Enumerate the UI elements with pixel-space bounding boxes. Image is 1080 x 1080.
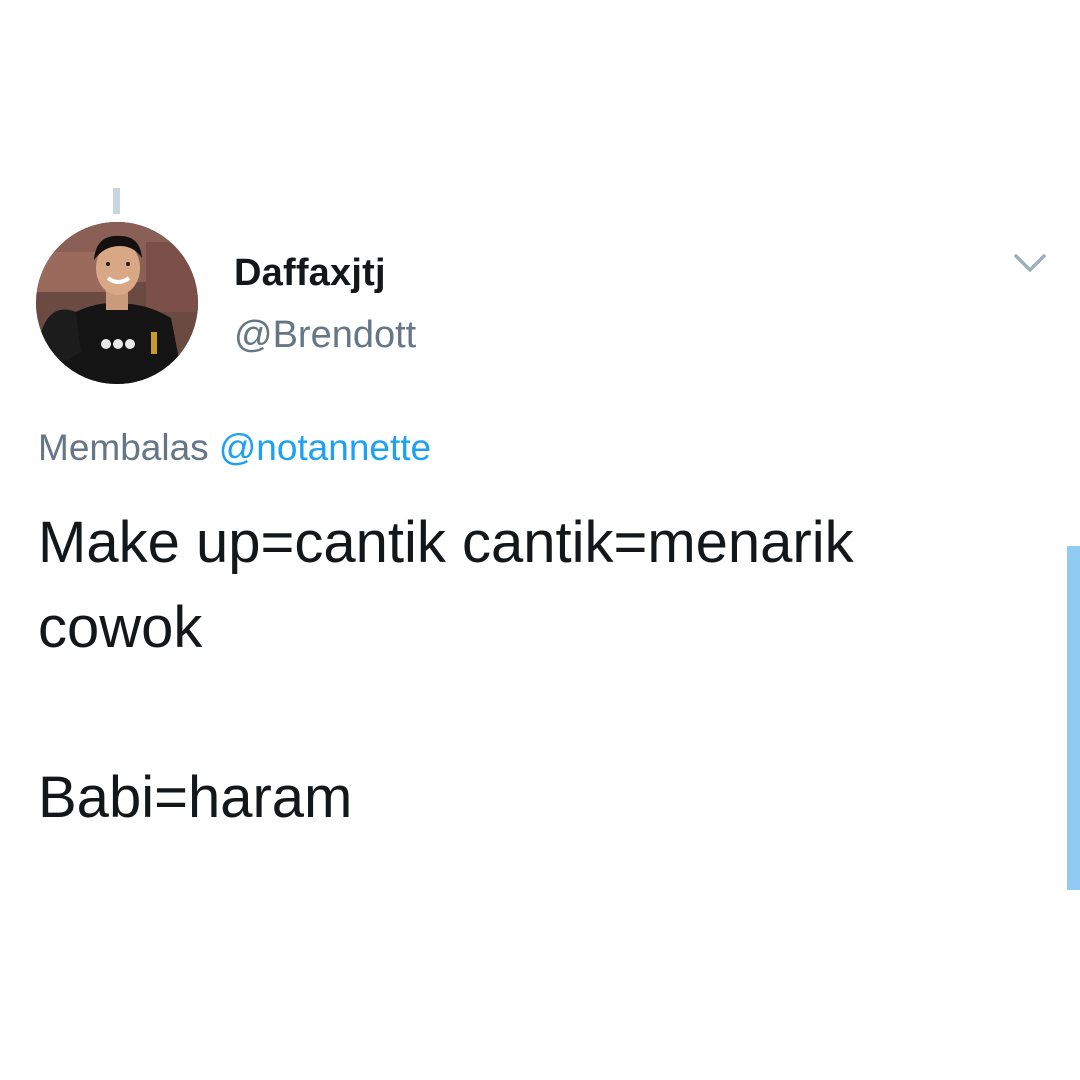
display-name[interactable]: Daffaxjtj (234, 252, 386, 295)
reply-mention-link[interactable]: @notannette (219, 427, 431, 468)
profile-photo (36, 222, 198, 384)
chevron-down-icon[interactable] (1010, 246, 1050, 282)
reply-prefix: Membalas (38, 427, 209, 468)
tweet-text-line: Babi=haram (38, 765, 353, 830)
scrollbar[interactable] (1067, 546, 1080, 890)
tweet-text-line: cowok (38, 595, 203, 660)
user-handle[interactable]: @Brendott (234, 314, 416, 357)
tweet-view: Daffaxjtj @Brendott Membalas @notannette … (0, 0, 1080, 1080)
reply-context: Membalas @notannette (38, 427, 431, 469)
thread-connector-line (113, 188, 120, 214)
tweet-text-line: Make up=cantik cantik=menarik (38, 510, 854, 575)
avatar[interactable] (36, 222, 198, 384)
tweet-body: Make up=cantik cantik=menarik cowok Babi… (38, 500, 1028, 840)
